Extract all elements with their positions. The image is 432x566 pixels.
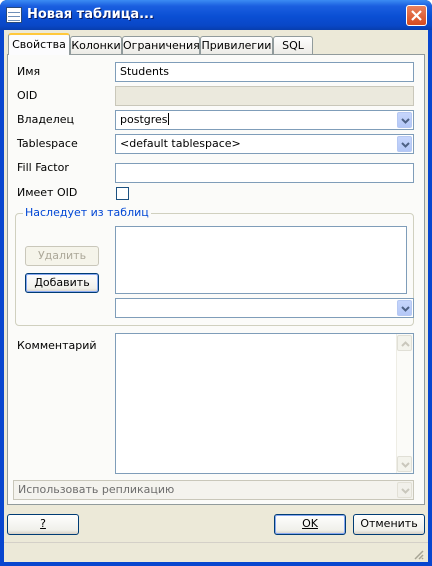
- ok-button[interactable]: OK: [274, 514, 346, 535]
- comment-label: Комментарий: [17, 339, 97, 352]
- close-icon: [411, 10, 422, 21]
- hasoids-checkbox[interactable]: [116, 187, 129, 200]
- fillfactor-label: Fill Factor: [17, 161, 69, 174]
- window-frame-bottom: [0, 562, 432, 566]
- tablespace-label: Tablespace: [17, 137, 78, 150]
- owner-combobox-value: postgres: [120, 113, 168, 126]
- chevron-down-icon: [401, 142, 410, 148]
- tablespace-combobox[interactable]: <default tablespace>: [115, 134, 414, 154]
- window-frame-right: [428, 30, 432, 566]
- name-label: Имя: [17, 65, 41, 78]
- inherits-table-combobox[interactable]: [115, 298, 414, 318]
- owner-combobox[interactable]: postgres: [115, 110, 414, 130]
- name-input[interactable]: Students: [115, 62, 414, 82]
- remove-button[interactable]: Удалить: [25, 246, 99, 266]
- chevron-down-icon: [401, 306, 410, 312]
- text-caret: [167, 113, 169, 125]
- inherits-group-title: Наследует из таблиц: [23, 206, 151, 220]
- replication-combobox[interactable]: Использовать репликацию: [13, 480, 414, 500]
- chevron-down-icon: [401, 462, 410, 468]
- comment-scrollbar[interactable]: [396, 334, 413, 473]
- tab-properties[interactable]: Свойства: [8, 33, 70, 55]
- close-button[interactable]: [406, 5, 427, 26]
- tab-sql[interactable]: SQL: [273, 36, 313, 54]
- hasoids-label: Имеет OID: [17, 186, 78, 199]
- oid-input: [115, 86, 414, 106]
- owner-dropdown-button[interactable]: [397, 112, 412, 128]
- inherits-dropdown-button[interactable]: [397, 300, 412, 316]
- size-grip-icon[interactable]: [412, 548, 424, 560]
- add-button[interactable]: Добавить: [25, 273, 99, 293]
- tab-columns[interactable]: Колонки: [70, 36, 122, 54]
- tab-privileges[interactable]: Привилегии: [200, 36, 273, 54]
- status-bar: [4, 542, 428, 562]
- window-title: Новая таблица...: [27, 7, 154, 22]
- chevron-down-icon: [401, 488, 410, 494]
- scroll-down-button[interactable]: [397, 456, 412, 472]
- tab-constraints[interactable]: Ограничения: [122, 36, 200, 54]
- comment-textarea[interactable]: [115, 333, 414, 474]
- help-button[interactable]: ?: [7, 514, 79, 535]
- tablespace-dropdown-button[interactable]: [397, 136, 412, 152]
- inherits-tables-list[interactable]: [115, 226, 407, 294]
- chevron-up-icon: [401, 341, 410, 347]
- table-icon: [6, 7, 22, 23]
- scroll-up-button[interactable]: [397, 335, 412, 351]
- oid-label: OID: [17, 89, 38, 102]
- cancel-button[interactable]: Отменить: [353, 514, 425, 535]
- chevron-down-icon: [401, 118, 410, 124]
- fillfactor-input[interactable]: [115, 163, 414, 183]
- replication-dropdown-button[interactable]: [397, 482, 412, 498]
- owner-label: Владелец: [17, 113, 74, 126]
